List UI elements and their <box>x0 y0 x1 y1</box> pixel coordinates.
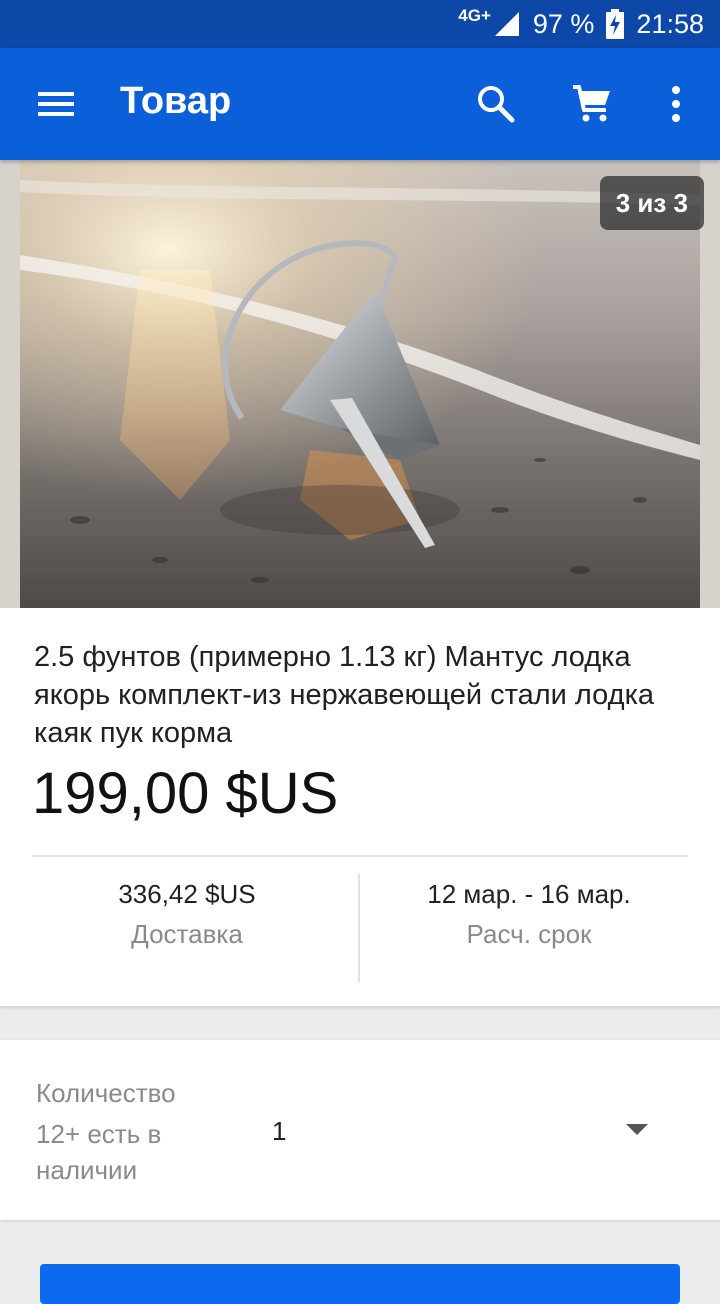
more-options-button[interactable] <box>664 82 688 126</box>
menu-button[interactable] <box>36 86 76 122</box>
clock: 21:58 <box>636 8 704 39</box>
more-vert-icon <box>672 86 680 122</box>
product-price: 199,00 $US <box>32 761 339 826</box>
signal-icon <box>494 12 519 36</box>
menu-icon <box>38 92 74 116</box>
app-bar: Товар <box>0 48 720 160</box>
shipping-label: Доставка <box>131 919 243 949</box>
cart-button[interactable] <box>570 82 614 126</box>
product-info-card: 2.5 фунтов (примерно 1.13 кг) Мантус лод… <box>0 608 720 1006</box>
delivery-estimate: 12 мар. - 16 мар. Расч. срок <box>362 874 696 954</box>
quantity-value: 1 <box>272 1116 287 1146</box>
divider <box>32 855 688 857</box>
shipping-cost: 336,42 $US <box>118 879 256 909</box>
search-button[interactable] <box>474 82 518 126</box>
delivery-label: Расч. срок <box>466 919 592 949</box>
product-image-gallery[interactable]: 3 из 3 <box>0 160 720 608</box>
quantity-label: Количество <box>36 1078 176 1108</box>
image-counter-badge: 3 из 3 <box>599 176 704 230</box>
page-title: Товар <box>120 80 232 122</box>
product-photo[interactable] <box>20 160 700 608</box>
stock-availability: 12+ есть в наличии <box>36 1119 162 1185</box>
vertical-divider <box>358 874 360 982</box>
shipping-info: 336,42 $US Доставка <box>32 874 342 954</box>
battery-percent: 97 % <box>532 8 595 39</box>
battery-charging-icon <box>606 9 625 39</box>
quantity-dropdown[interactable]: 1 <box>260 1100 660 1160</box>
network-type: 4G+ <box>458 6 491 25</box>
buy-button[interactable] <box>40 1264 680 1304</box>
search-icon <box>478 86 515 123</box>
quantity-section: Количество 12+ есть в наличии 1 <box>0 1040 720 1220</box>
cart-icon <box>573 85 610 122</box>
product-title: 2.5 фунтов (примерно 1.13 кг) Мантус лод… <box>34 641 655 749</box>
delivery-dates: 12 мар. - 16 мар. <box>427 879 631 909</box>
status-bar: 4G+ 97 % 21:58 <box>0 0 720 48</box>
dropdown-arrow-icon <box>626 1124 648 1135</box>
